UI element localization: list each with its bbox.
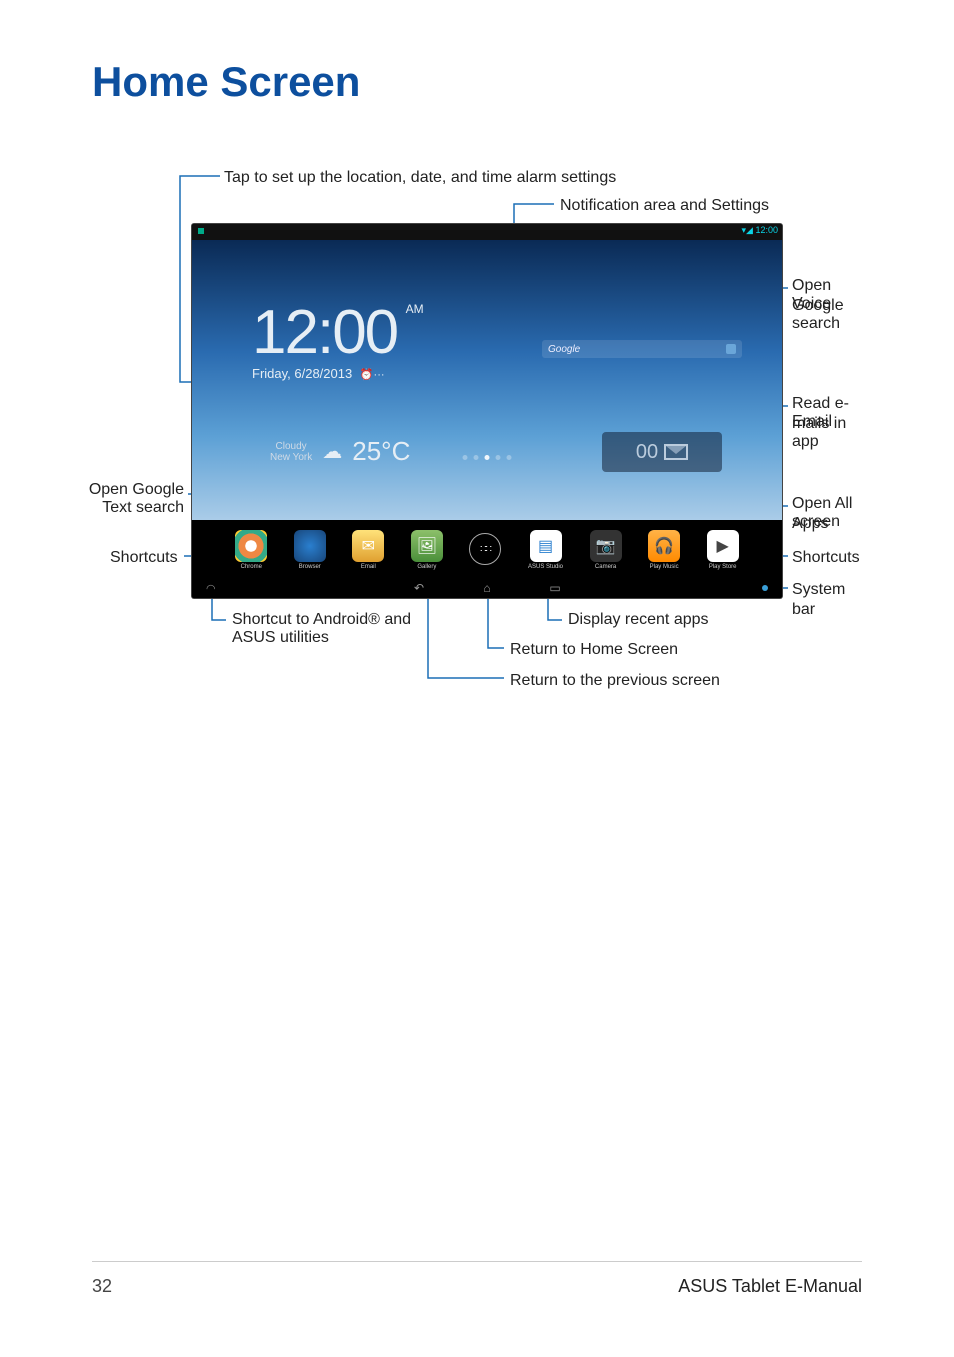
callout-asus-2: ASUS utilities <box>232 628 329 648</box>
envelope-icon <box>664 444 688 460</box>
email-widget[interactable]: 00 <box>602 432 722 472</box>
app-play-music[interactable]: 🎧 Play Music <box>648 530 680 570</box>
mic-icon[interactable] <box>726 344 736 354</box>
callout-shortcuts-left: Shortcuts <box>110 548 178 568</box>
app-chrome[interactable]: Chrome <box>235 530 267 570</box>
status-indicator-icon <box>198 228 204 234</box>
alarm-icon: ⏰··· <box>360 368 385 381</box>
clock-ampm: AM <box>406 302 424 316</box>
callout-top-1: Tap to set up the location, date, and ti… <box>224 168 616 188</box>
home-button[interactable]: ⌂ <box>478 581 496 595</box>
dock: Chrome Browser ✉ Email 🖼 Gallery ∷∷ <box>192 522 782 578</box>
status-bar[interactable]: ▾◢ 12:00 <box>192 224 782 240</box>
callout-voice-2: Voice search <box>792 294 862 334</box>
app-camera[interactable]: 📷 Camera <box>590 530 622 570</box>
google-search-bar[interactable]: Google <box>542 340 742 358</box>
weather-widget[interactable]: Cloudy New York ☁ 25°C <box>270 436 410 467</box>
callout-recent: Display recent apps <box>568 610 709 630</box>
status-time: ▾◢ 12:00 <box>742 225 778 236</box>
callout-textsearch-2: Text search <box>84 498 184 518</box>
callout-email-2: Email app <box>792 412 862 452</box>
clock-time: 12:00 <box>252 298 397 367</box>
callout-allapps-2: screen <box>792 512 840 532</box>
weather-city: New York <box>270 452 312 463</box>
annotated-diagram: Tap to set up the location, date, and ti… <box>92 154 862 714</box>
app-gallery[interactable]: 🖼 Gallery <box>411 530 443 570</box>
wallpaper: 12:00 AM Friday, 6/28/2013 ⏰··· Cloudy N… <box>192 240 782 520</box>
asus-utilities-icon[interactable]: ◠ <box>206 582 216 595</box>
weather-temp: 25°C <box>352 436 410 467</box>
back-button[interactable]: ↶ <box>410 581 428 595</box>
clock-widget[interactable]: 12:00 AM Friday, 6/28/2013 ⏰··· <box>252 302 424 381</box>
cloud-icon: ☁ <box>322 439 342 464</box>
recent-apps-button[interactable]: ▭ <box>546 581 564 595</box>
app-email[interactable]: ✉ Email <box>352 530 384 570</box>
page-number: 32 <box>92 1276 112 1297</box>
app-play-store[interactable]: ▶ Play Store <box>707 530 739 570</box>
page-footer: 32 ASUS Tablet E-Manual <box>92 1261 862 1297</box>
app-browser[interactable]: Browser <box>294 530 326 570</box>
weather-condition: Cloudy <box>270 441 312 452</box>
callout-back: Return to the previous screen <box>510 671 720 691</box>
page-title: Home Screen <box>92 58 862 106</box>
footer-title: ASUS Tablet E-Manual <box>678 1276 862 1297</box>
callout-systembar: System bar <box>792 580 862 620</box>
callout-top-2: Notification area and Settings <box>560 196 769 216</box>
callout-home: Return to Home Screen <box>510 640 678 660</box>
callout-shortcuts-right: Shortcuts <box>792 548 860 568</box>
tablet-screenshot: ▾◢ 12:00 12:00 AM Friday, 6/28/2013 ⏰··· <box>192 224 782 598</box>
clock-date: Friday, 6/28/2013 <box>252 366 352 381</box>
system-bar-indicator-icon <box>762 585 768 591</box>
page-indicator <box>463 455 512 460</box>
all-apps-button[interactable]: ∷∷ <box>469 533 501 567</box>
google-label: Google <box>548 344 580 355</box>
callout-textsearch-1: Open Google <box>84 480 184 500</box>
app-asus-studio[interactable]: ▤ ASUS Studio <box>528 530 563 570</box>
email-count: 00 <box>636 441 658 464</box>
system-bar: ◠ ↶ ⌂ ▭ <box>192 578 782 598</box>
callout-asus-1: Shortcut to Android® and <box>232 610 411 630</box>
